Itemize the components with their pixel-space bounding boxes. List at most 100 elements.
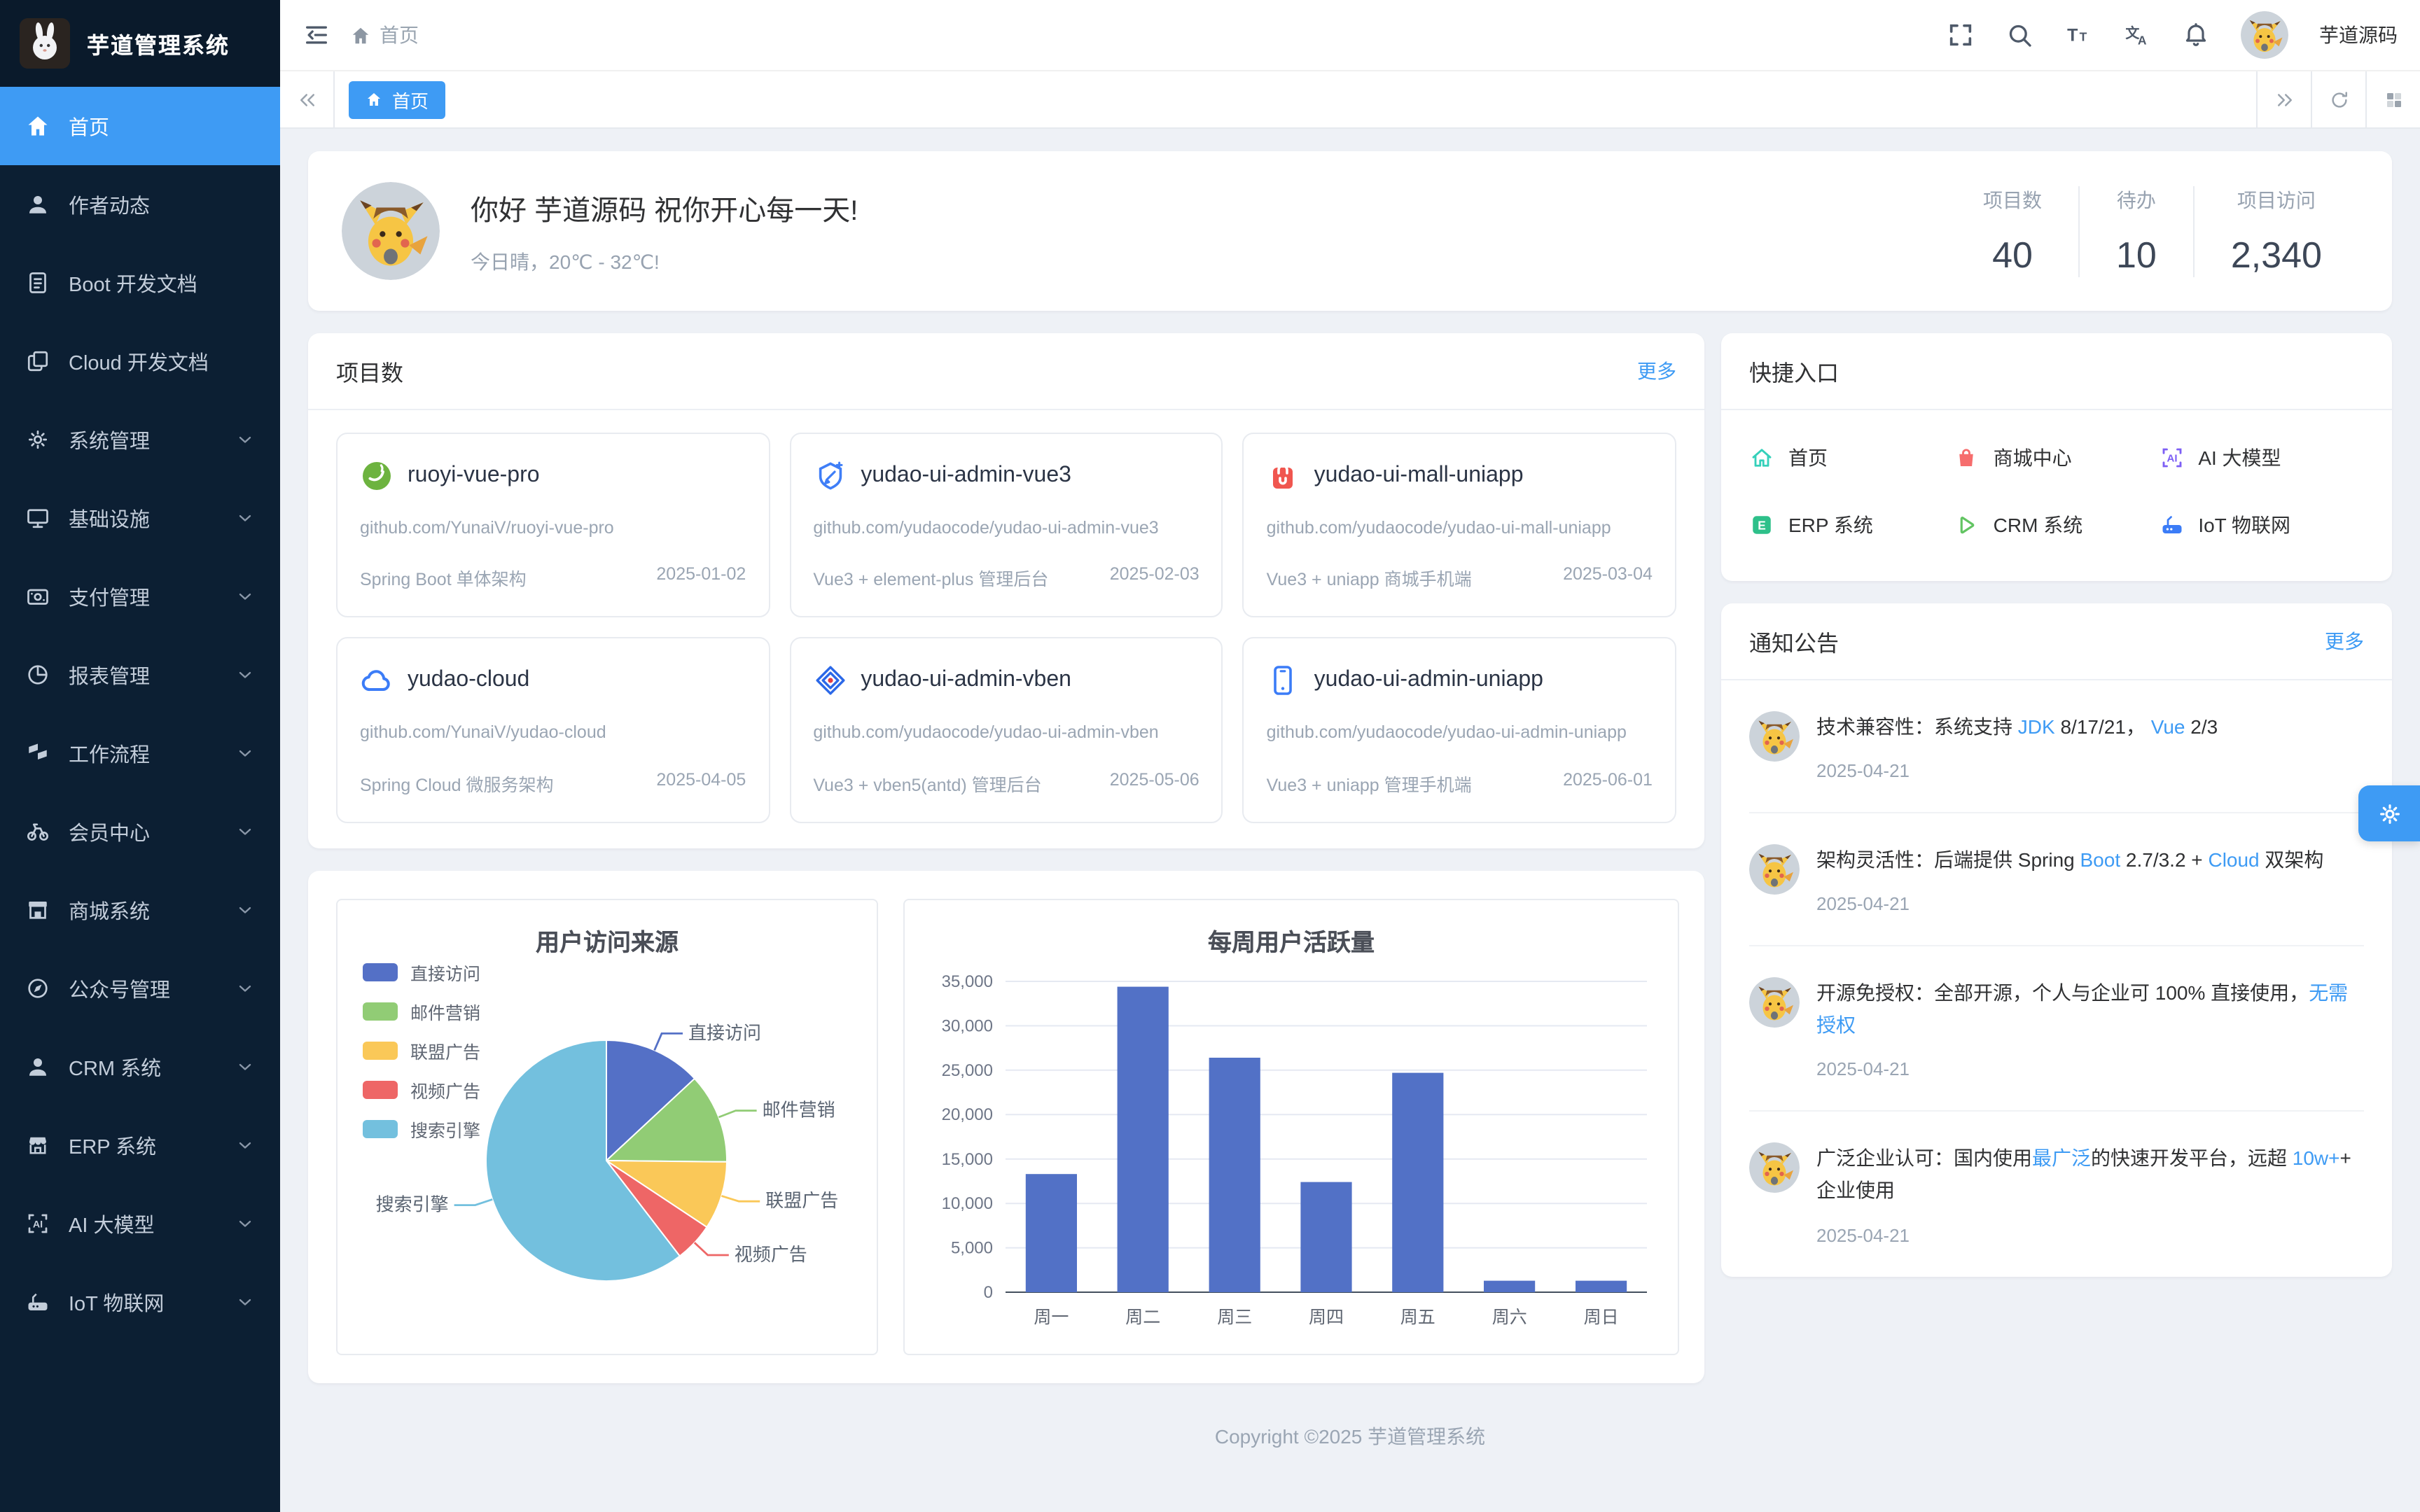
quick-links-panel: 快捷入口 首页商城中心AIAI 大模型EERP 系统CRM 系统IoT 物联网 [1721,333,2392,581]
legend-item-搜索引擎[interactable]: 搜索引擎 [363,1116,480,1142]
settings-fab[interactable] [2358,785,2420,841]
welcome-text: 你好 芋道源码 祝你开心每一天! 今日晴，20℃ - 32℃! [471,187,1947,275]
fullscreen-icon[interactable] [1947,21,1975,49]
home-teal-icon [1749,445,1774,470]
svg-text:35,000: 35,000 [942,972,993,991]
user-name[interactable]: 芋道源码 [2319,21,2398,49]
sidebar-item-8[interactable]: 工作流程 [0,714,280,792]
project-card[interactable]: yudao-ui-admin-vue3 github.com/yudaocode/… [789,433,1223,618]
project-grid: ruoyi-vue-progithub.com/YunaiV/ruoyi-vue… [308,410,1704,848]
quick-link[interactable]: AIAI 大模型 [2159,444,2364,472]
sidebar-item-label: AI 大模型 [69,1209,217,1238]
chevron-down-icon [235,1214,255,1233]
notice-body: 架构灵活性：后端提供 Spring Boot 2.7/3.2 + Cloud 双… [1816,844,2364,914]
sidebar-item-15[interactable]: IoT 物联网 [0,1263,280,1341]
project-card[interactable]: yudao-ui-admin-vbengithub.com/yudaocode/… [789,638,1223,823]
sidebar-item-9[interactable]: 会员中心 [0,792,280,871]
shop-icon [25,897,50,923]
sidebar-item-6[interactable]: 支付管理 [0,557,280,636]
crm-play-icon [1954,512,1980,538]
monitor-icon [25,505,50,531]
projects-title: 项目数 [336,354,403,388]
svg-text:周三: 周三 [1217,1308,1252,1327]
project-card[interactable]: yudao-cloudgithub.com/YunaiV/yudao-cloud… [336,638,770,823]
sidebar-item-2[interactable]: Boot 开发文档 [0,244,280,322]
sidebar-item-0[interactable]: 首页 [0,87,280,165]
quick-link[interactable]: EERP 系统 [1749,511,1954,539]
legend-label: 直接访问 [410,959,480,986]
notices-panel: 通知公告 更多 技术兼容性：系统支持 JDK 8/17/21， Vue 2/32… [1721,603,2392,1276]
font-size-icon[interactable]: TT [2064,21,2092,49]
project-url: github.com/yudaocode/yudao-ui-admin-unia… [1267,720,1653,748]
sidebar-item-13[interactable]: ERP 系统 [0,1106,280,1184]
right-column: 快捷入口 首页商城中心AIAI 大模型EERP 系统CRM 系统IoT 物联网 … [1721,333,2392,1276]
quick-link-label: 首页 [1788,444,1828,472]
person-icon [25,1054,50,1079]
sidebar-item-1[interactable]: 作者动态 [0,165,280,244]
tab-home[interactable]: 首页 [349,80,445,118]
project-card[interactable]: ruoyi-vue-progithub.com/YunaiV/ruoyi-vue… [336,433,770,618]
project-card-header: yudao-cloud [360,664,746,698]
notice-item[interactable]: 架构灵活性：后端提供 Spring Boot 2.7/3.2 + Cloud 双… [1749,813,2364,946]
svg-text:周日: 周日 [1584,1308,1619,1327]
legend-label: 联盟广告 [410,1037,480,1064]
project-card-header: yudao-ui-admin-vue3 [813,459,1199,493]
search-icon[interactable] [2005,21,2033,49]
quick-link[interactable]: IoT 物联网 [2159,511,2364,539]
user-avatar[interactable] [2241,11,2288,59]
notice-item[interactable]: 技术兼容性：系统支持 JDK 8/17/21， Vue 2/32025-04-2… [1749,680,2364,813]
notice-item[interactable]: 广泛企业认可：国内使用最广泛的快速开发平台，远超 10w++ 企业使用 2025-… [1749,1112,2364,1276]
chevron-down-icon [235,979,255,998]
sidebar-item-14[interactable]: AIAI 大模型 [0,1184,280,1263]
project-card[interactable]: yudao-ui-mall-uniappgithub.com/yudaocode… [1243,433,1676,618]
sidebar-item-label: 系统管理 [69,425,217,454]
scroll-tabs-left-icon[interactable] [280,71,335,127]
legend-swatch [363,1002,398,1021]
quick-link[interactable]: 商城中心 [1954,444,2160,472]
svg-text:15,000: 15,000 [942,1149,993,1168]
scroll-tabs-right-icon[interactable] [2256,71,2311,127]
notice-body: 技术兼容性：系统支持 JDK 8/17/21， Vue 2/32025-04-2… [1816,711,2364,781]
bell-icon[interactable] [2182,21,2210,49]
sidebar-item-4[interactable]: 系统管理 [0,400,280,479]
project-meta: Spring Cloud 微服务架构2025-04-05 [360,770,746,797]
project-card[interactable]: yudao-ui-admin-uniappgithub.com/yudaocod… [1243,638,1676,823]
svg-text:周二: 周二 [1125,1308,1160,1327]
legend-item-联盟广告[interactable]: 联盟广告 [363,1037,480,1064]
sidebar-item-12[interactable]: CRM 系统 [0,1028,280,1106]
quick-link[interactable]: CRM 系统 [1954,511,2160,539]
stat-label: 待办 [2116,186,2157,214]
project-desc: Vue3 + vben5(antd) 管理后台 [813,770,1041,797]
sidebar-item-11[interactable]: 公众号管理 [0,949,280,1028]
svg-text:0: 0 [984,1283,993,1302]
language-icon[interactable]: 文A [2123,21,2151,49]
legend-item-直接访问[interactable]: 直接访问 [363,959,480,986]
legend-item-邮件营销[interactable]: 邮件营销 [363,998,480,1025]
sidebar-item-label: ERP 系统 [69,1130,217,1160]
sidebar-item-10[interactable]: 商城系统 [0,871,280,949]
sidebar-item-7[interactable]: 报表管理 [0,636,280,714]
pie-chart-title: 用户访问来源 [338,923,877,958]
project-url: github.com/yudaocode/yudao-ui-admin-vue3 [813,515,1199,542]
notice-title: 广泛企业认可：国内使用最广泛的快速开发平台，远超 10w++ 企业使用 [1816,1143,2364,1208]
project-meta: Vue3 + vben5(antd) 管理后台2025-05-06 [813,770,1199,797]
sidebar-item-3[interactable]: Cloud 开发文档 [0,322,280,400]
legend-item-视频广告[interactable]: 视频广告 [363,1077,480,1103]
collapse-menu-icon[interactable] [302,21,331,49]
chevron-down-icon [235,430,255,449]
notice-date: 2025-04-21 [1816,1224,2364,1245]
refresh-icon[interactable] [2311,71,2365,127]
project-meta: Vue3 + uniapp 商城手机端2025-03-04 [1267,565,1653,592]
sidebar-item-5[interactable]: 基础设施 [0,479,280,557]
projects-more-link[interactable]: 更多 [1637,357,1676,385]
notices-more-link[interactable]: 更多 [2325,627,2364,655]
notice-item[interactable]: 开源免授权：全部开源，个人与企业可 100% 直接使用，无需授权2025-04-… [1749,946,2364,1112]
user-icon [25,192,50,217]
breadcrumb[interactable]: 首页 [350,21,419,49]
main-shell: 首页 TT 文A [280,0,2420,1512]
notice-title: 架构灵活性：后端提供 Spring Boot 2.7/3.2 + Cloud 双… [1816,844,2364,876]
welcome-greeting: 你好 芋道源码 祝你开心每一天! [471,187,1947,227]
layout-grid-icon[interactable] [2365,71,2420,127]
app-logo [20,18,70,69]
quick-link[interactable]: 首页 [1749,444,1954,472]
